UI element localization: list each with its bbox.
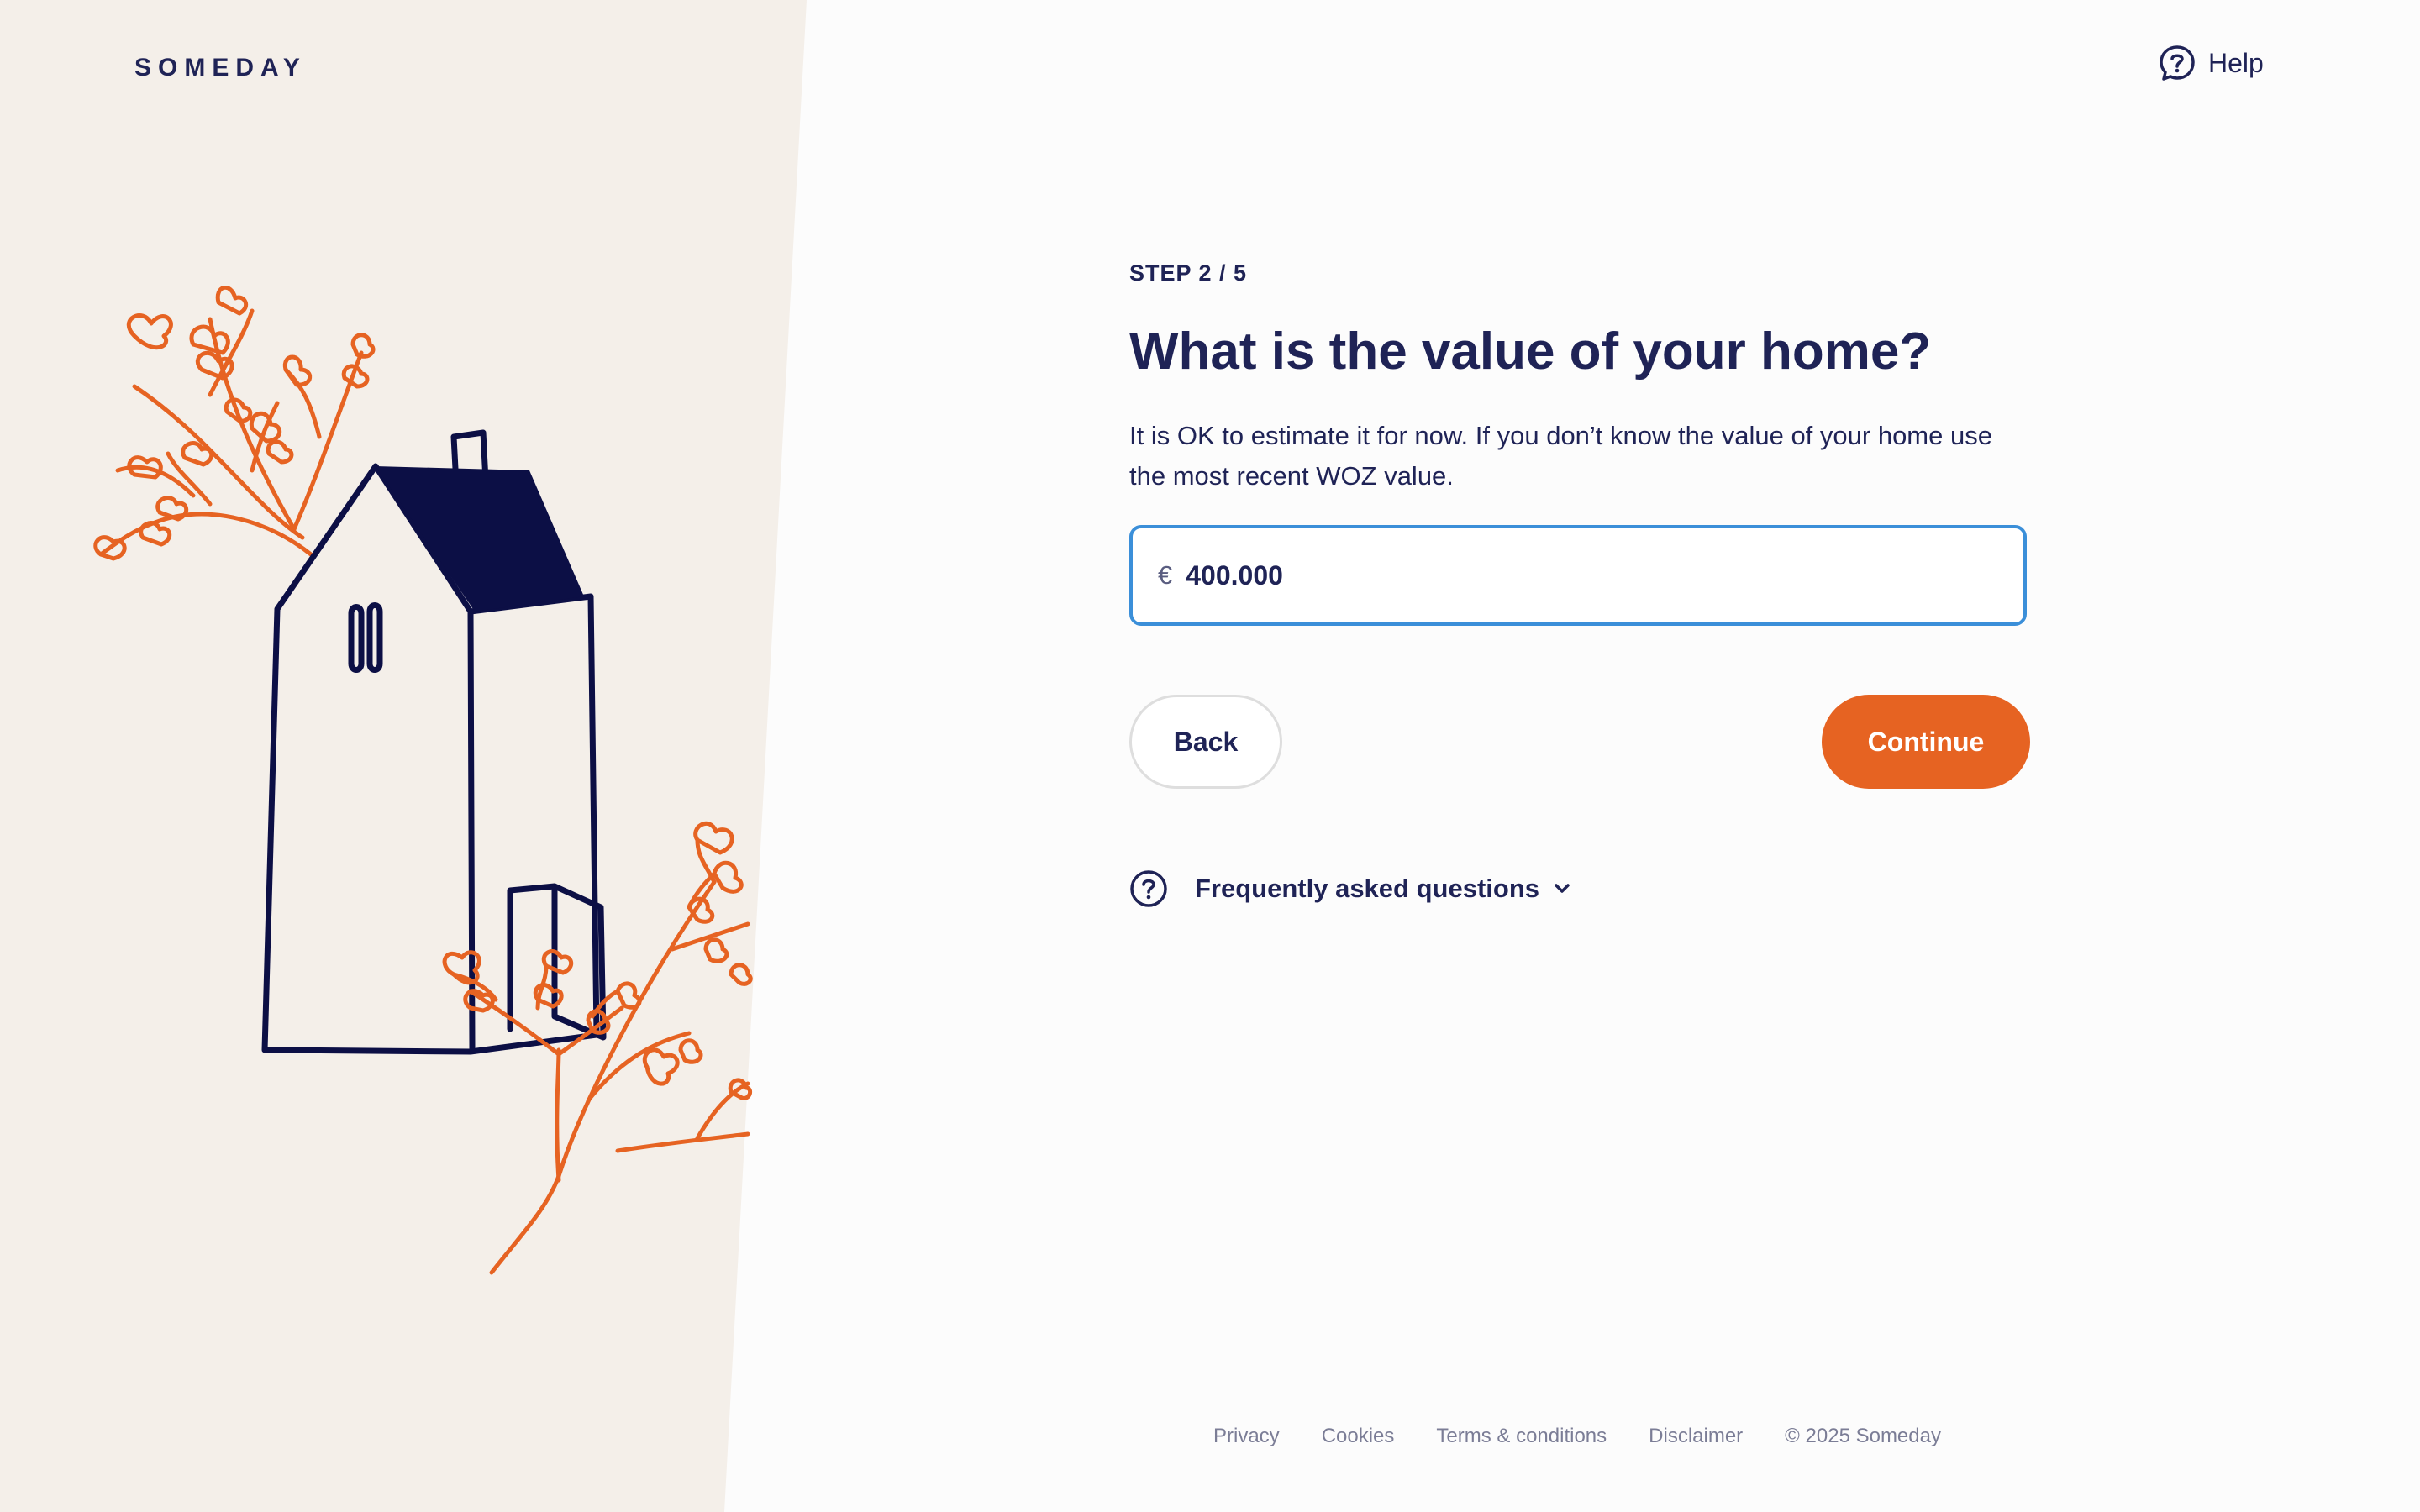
footer-link-cookies[interactable]: Cookies [1322,1425,1395,1448]
page: SOMEDAY Help STEP 2 / 5 What is the valu… [0,0,2420,1512]
continue-button[interactable]: Continue [1822,695,2030,789]
faq-toggle[interactable]: Frequently asked questions [1129,869,2030,908]
help-link[interactable]: Help [2158,44,2264,82]
help-label: Help [2208,47,2264,78]
main-content: STEP 2 / 5 What is the value of your hom… [1129,260,2030,908]
brand-logo[interactable]: SOMEDAY [134,54,307,82]
page-title: What is the value of your home? [1129,323,1932,381]
help-icon [2160,45,2195,81]
home-value-input[interactable] [1186,559,1943,591]
footer-link-disclaimer[interactable]: Disclaimer [1649,1425,1743,1448]
footer-copyright: © 2025 Someday [1785,1425,1941,1447]
currency-symbol: € [1158,560,1173,590]
question-description: It is OK to estimate it for now. If you … [1129,421,1992,491]
faq-label: Frequently asked questions [1195,874,1539,903]
step-indicator: STEP 2 / 5 [1129,260,1248,286]
chevron-down-icon [1555,884,1570,893]
footer-link-privacy[interactable]: Privacy [1213,1425,1280,1448]
footer: Privacy Cookies Terms & conditions Discl… [1213,1425,1941,1448]
question-circle-icon [1130,870,1167,907]
home-value-field[interactable]: € [1129,525,2027,626]
house-illustration [93,286,753,1275]
form-actions: Back Continue [1129,695,2030,789]
back-button[interactable]: Back [1129,695,1282,789]
footer-link-terms[interactable]: Terms & conditions [1436,1425,1607,1448]
